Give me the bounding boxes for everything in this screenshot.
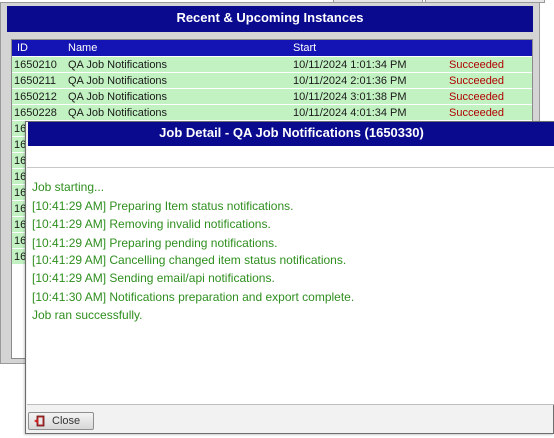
- log-line: [10:41:29 AM] Removing invalid notificat…: [32, 217, 271, 231]
- job-detail-title[interactable]: Job Detail - QA Job Notifications (16503…: [28, 122, 554, 146]
- close-button[interactable]: Close: [28, 412, 94, 430]
- log-line: [10:41:29 AM] Sending email/api notifica…: [32, 271, 275, 285]
- close-button-label: Close: [52, 415, 81, 427]
- dialog-toolbar: [27, 146, 554, 168]
- column-header-name[interactable]: Name: [68, 42, 97, 54]
- row-name: QA Job Notifications: [68, 75, 168, 87]
- row-id: 1650228: [14, 107, 57, 119]
- log-line: Job ran successfully.: [32, 308, 143, 322]
- exit-door-icon: [34, 415, 45, 427]
- row-start: 10/11/2024 3:01:38 PM: [293, 91, 407, 103]
- log-line: Job starting...: [32, 180, 105, 194]
- grid-header: ID Name Start: [12, 40, 532, 56]
- row-id: 1650210: [14, 59, 57, 71]
- table-row[interactable]: 1650211 QA Job Notifications 10/11/2024 …: [12, 73, 532, 89]
- row-name: QA Job Notifications: [68, 107, 168, 119]
- row-status: Succeeded: [449, 91, 505, 103]
- recent-instances-title: Recent & Upcoming Instances: [7, 6, 533, 32]
- job-log-panel: Job starting... [10:41:29 AM] Preparing …: [27, 168, 554, 405]
- row-id: 1650212: [14, 91, 57, 103]
- row-start: 10/11/2024 1:01:34 PM: [293, 59, 407, 71]
- row-name: QA Job Notifications: [68, 91, 168, 103]
- screen: Recent & Upcoming Instances ID Name Star…: [0, 0, 554, 438]
- row-status: Succeeded: [449, 75, 505, 87]
- table-row[interactable]: 1650212 QA Job Notifications 10/11/2024 …: [12, 89, 532, 105]
- log-line: [10:41:29 AM] Cancelling changed item st…: [32, 253, 347, 267]
- column-header-start[interactable]: Start: [293, 42, 316, 54]
- row-status: Succeeded: [449, 59, 505, 71]
- log-line: [10:41:30 AM] Notifications preparation …: [32, 290, 355, 304]
- job-detail-dialog: Job Detail - QA Job Notifications (16503…: [25, 121, 554, 434]
- table-row[interactable]: 1650228 QA Job Notifications 10/11/2024 …: [12, 105, 532, 121]
- row-id: 1650211: [14, 75, 57, 87]
- row-name: QA Job Notifications: [68, 59, 168, 71]
- table-row[interactable]: 1650210 QA Job Notifications 10/11/2024 …: [12, 57, 532, 73]
- row-start: 10/11/2024 2:01:36 PM: [293, 75, 407, 87]
- row-status: Succeeded: [449, 107, 505, 119]
- column-header-id[interactable]: ID: [17, 42, 28, 54]
- row-start: 10/11/2024 4:01:34 PM: [293, 107, 407, 119]
- log-line: [10:41:29 AM] Preparing Item status noti…: [32, 199, 294, 213]
- log-line: [10:41:29 AM] Preparing pending notifica…: [32, 236, 278, 250]
